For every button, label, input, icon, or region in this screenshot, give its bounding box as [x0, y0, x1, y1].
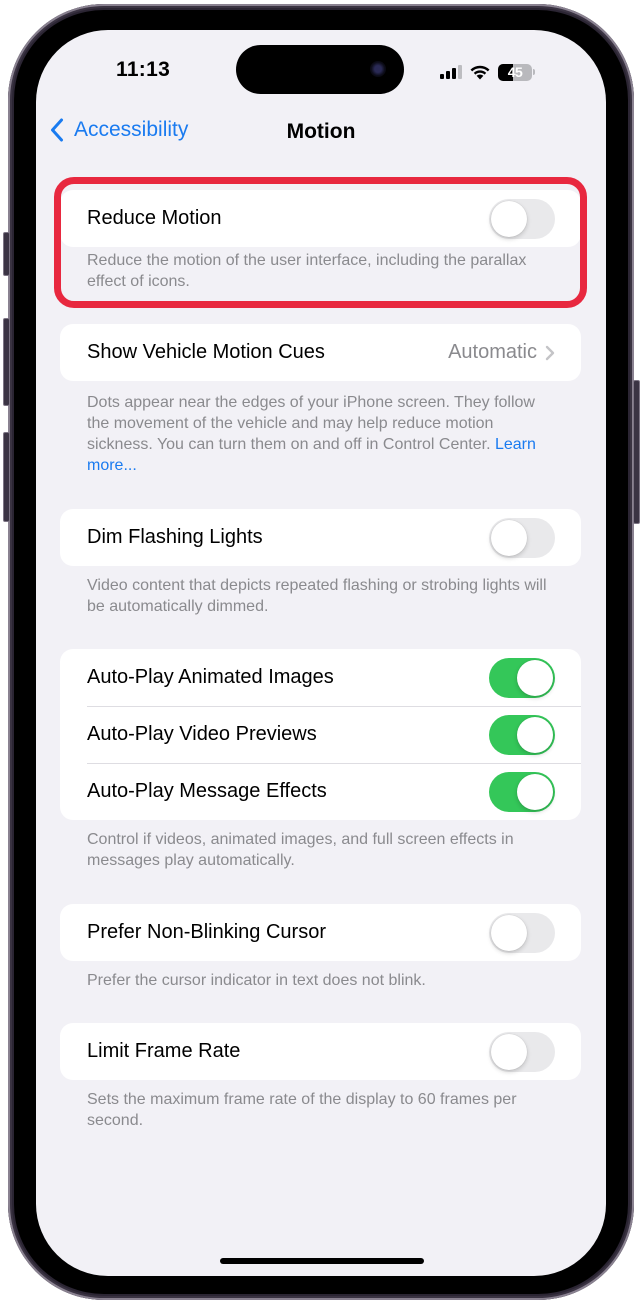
row-label: Auto-Play Animated Images	[87, 666, 334, 688]
limit-frame-rate-card: Limit Frame Rate	[60, 1023, 581, 1080]
auto-play-footer: Control if videos, animated images, and …	[87, 831, 514, 869]
dim-flashing-lights-row: Dim Flashing Lights	[60, 509, 581, 566]
volume-down-button	[3, 432, 10, 522]
battery-icon: 45	[498, 63, 532, 81]
auto-play-animated-images-toggle[interactable]	[489, 657, 555, 698]
navigation-bar: Accessibility Motion	[36, 114, 606, 154]
reduce-motion-footer: Reduce the motion of the user interface,…	[87, 252, 527, 290]
row-label: Auto-Play Message Effects	[87, 780, 327, 802]
row-label: Prefer Non-Blinking Cursor	[87, 921, 326, 943]
auto-play-video-previews-toggle[interactable]	[489, 714, 555, 755]
row-value: Automatic	[448, 341, 537, 363]
non-blinking-cursor-footer: Prefer the cursor indicator in text does…	[87, 972, 426, 989]
limit-frame-rate-row: Limit Frame Rate	[60, 1023, 581, 1080]
row-label: Reduce Motion	[87, 207, 222, 229]
prefer-non-blinking-cursor-row: Prefer Non-Blinking Cursor	[60, 904, 581, 961]
auto-play-video-previews-row: Auto-Play Video Previews	[60, 706, 581, 763]
wifi-icon	[470, 65, 490, 80]
vehicle-motion-cues-row[interactable]: Show Vehicle Motion Cues Automatic	[60, 324, 581, 381]
auto-play-message-effects-toggle[interactable]	[489, 771, 555, 812]
battery-percent: 45	[507, 64, 523, 80]
row-label: Dim Flashing Lights	[87, 526, 263, 548]
page-title: Motion	[286, 120, 356, 143]
row-label: Auto-Play Video Previews	[87, 723, 317, 745]
limit-frame-rate-footer: Sets the maximum frame rate of the displ…	[87, 1091, 517, 1129]
dynamic-island	[236, 45, 404, 94]
prefer-non-blinking-cursor-toggle[interactable]	[489, 912, 555, 953]
dim-flashing-card: Dim Flashing Lights	[60, 509, 581, 566]
volume-up-button	[3, 318, 10, 406]
non-blinking-cursor-card: Prefer Non-Blinking Cursor	[60, 904, 581, 961]
camera-icon	[370, 61, 386, 77]
reduce-motion-row: Reduce Motion	[60, 190, 581, 247]
auto-play-card: Auto-Play Animated Images Auto-Play Vide…	[60, 649, 581, 820]
status-time: 11:13	[116, 58, 171, 81]
footer-text: Dots appear near the edges of your iPhon…	[87, 394, 535, 453]
vehicle-motion-card: Show Vehicle Motion Cues Automatic	[60, 324, 581, 381]
signal-icon	[440, 65, 462, 79]
screen: 11:13 45 Accessibility Motion Reduce Mot…	[36, 30, 606, 1276]
chevron-right-icon	[545, 345, 555, 361]
status-icons: 45	[440, 60, 535, 84]
auto-play-message-effects-row: Auto-Play Message Effects	[60, 763, 581, 820]
action-button	[3, 232, 10, 276]
reduce-motion-card: Reduce Motion	[60, 190, 581, 247]
vehicle-motion-footer: Dots appear near the edges of your iPhon…	[87, 392, 557, 476]
limit-frame-rate-toggle[interactable]	[489, 1031, 555, 1072]
dim-flashing-footer: Video content that depicts repeated flas…	[87, 577, 547, 615]
home-indicator[interactable]	[220, 1258, 424, 1264]
auto-play-animated-images-row: Auto-Play Animated Images	[60, 649, 581, 706]
row-label: Show Vehicle Motion Cues	[87, 341, 325, 363]
power-button	[633, 380, 640, 524]
reduce-motion-toggle[interactable]	[489, 198, 555, 239]
dim-flashing-lights-toggle[interactable]	[489, 517, 555, 558]
row-label: Limit Frame Rate	[87, 1040, 241, 1062]
